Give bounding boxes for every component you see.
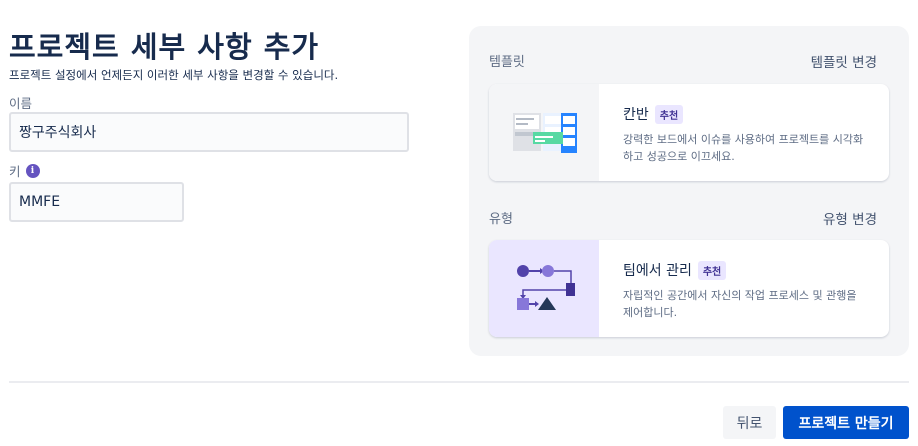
- footer-divider: [9, 381, 909, 383]
- key-input-value: MMFE: [19, 194, 61, 210]
- name-input[interactable]: 짱구주식회사: [9, 112, 409, 152]
- key-input[interactable]: MMFE: [9, 182, 184, 222]
- key-label-text: 키: [9, 164, 21, 179]
- type-section-label: 유형: [489, 212, 513, 227]
- kanban-title: 칸반: [623, 107, 649, 123]
- change-template-link[interactable]: 템플릿 변경: [811, 51, 877, 71]
- change-type-link[interactable]: 유형 변경: [823, 208, 877, 228]
- team-managed-description: 자립적인 공간에서 자신의 작업 프로세스 및 관행을 제어합니다.: [623, 289, 857, 319]
- name-label-text: 이름: [9, 96, 33, 111]
- name-input-value: 짱구주식회사: [19, 125, 97, 141]
- create-project-button[interactable]: 프로젝트 만들기: [783, 406, 909, 439]
- name-field-label: 이름: [9, 93, 32, 112]
- template-card-kanban[interactable]: 칸반 추천 강력한 보드에서 이슈를 사용하여 프로젝트를 시각화하고 성공으로…: [489, 84, 889, 181]
- kanban-illustration: [489, 84, 599, 181]
- info-icon[interactable]: i: [25, 163, 40, 178]
- project-options-panel: 템플릿 템플릿 변경 칸반 추천 강력한 보드에서 이슈를 사용하여 프로젝트를…: [469, 26, 909, 356]
- page-subtitle: 프로젝트 설정에서 언제든지 이러한 세부 사항을 변경할 수 있습니다.: [9, 68, 339, 82]
- type-card-team-managed[interactable]: 팀에서 관리 추천 자립적인 공간에서 자신의 작업 프로세스 및 관행을 제어…: [489, 240, 889, 337]
- page-title: 프로젝트 세부 사항 추가: [9, 30, 320, 64]
- team-managed-illustration: [489, 240, 599, 337]
- key-field-label: 키 i: [9, 161, 40, 180]
- back-button[interactable]: 뒤로: [723, 406, 776, 439]
- recommended-badge: 추천: [654, 104, 684, 124]
- kanban-description: 강력한 보드에서 이슈를 사용하여 프로젝트를 시각화하고 성공으로 이끄세요.: [623, 133, 864, 163]
- template-section-label: 템플릿: [489, 55, 525, 70]
- team-managed-title: 팀에서 관리: [623, 263, 692, 279]
- recommended-badge: 추천: [697, 260, 727, 280]
